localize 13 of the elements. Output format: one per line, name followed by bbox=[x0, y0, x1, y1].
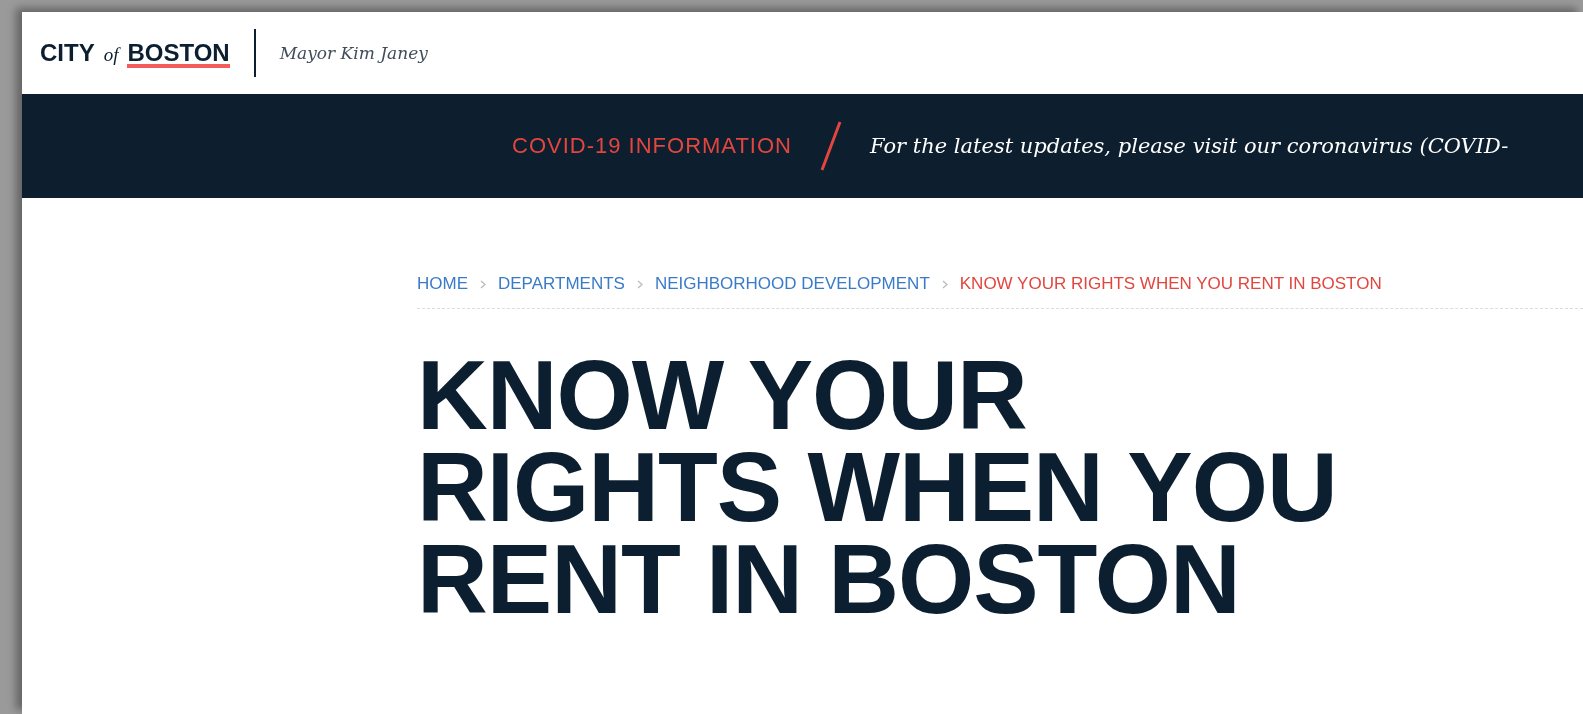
page-title: KNOW YOUR RIGHTS WHEN YOU RENT IN BOSTON bbox=[417, 349, 1338, 625]
chevron-icon bbox=[941, 279, 948, 289]
chevron-icon bbox=[636, 279, 643, 289]
current-page-crumb[interactable]: KNOW YOUR RIGHTS WHEN YOU RENT IN BOSTON bbox=[959, 274, 1382, 294]
breadcrumb-link[interactable]: NEIGHBORHOOD DEVELOPMENT bbox=[654, 274, 930, 294]
slash-icon bbox=[819, 120, 842, 172]
breadcrumb-link[interactable]: DEPARTMENTS bbox=[498, 274, 625, 294]
mayor-name: Mayor Kim Janey bbox=[279, 43, 428, 63]
alert-label[interactable]: COVID-19 INFORMATION bbox=[512, 133, 792, 159]
chevron-icon bbox=[480, 279, 486, 289]
city-logo[interactable]: CITY of BOSTON bbox=[40, 38, 230, 68]
breadcrumb-link[interactable]: HOME bbox=[417, 274, 468, 294]
alert-message: For the latest updates, please visit our coronavirus (COVID- bbox=[869, 134, 1509, 158]
